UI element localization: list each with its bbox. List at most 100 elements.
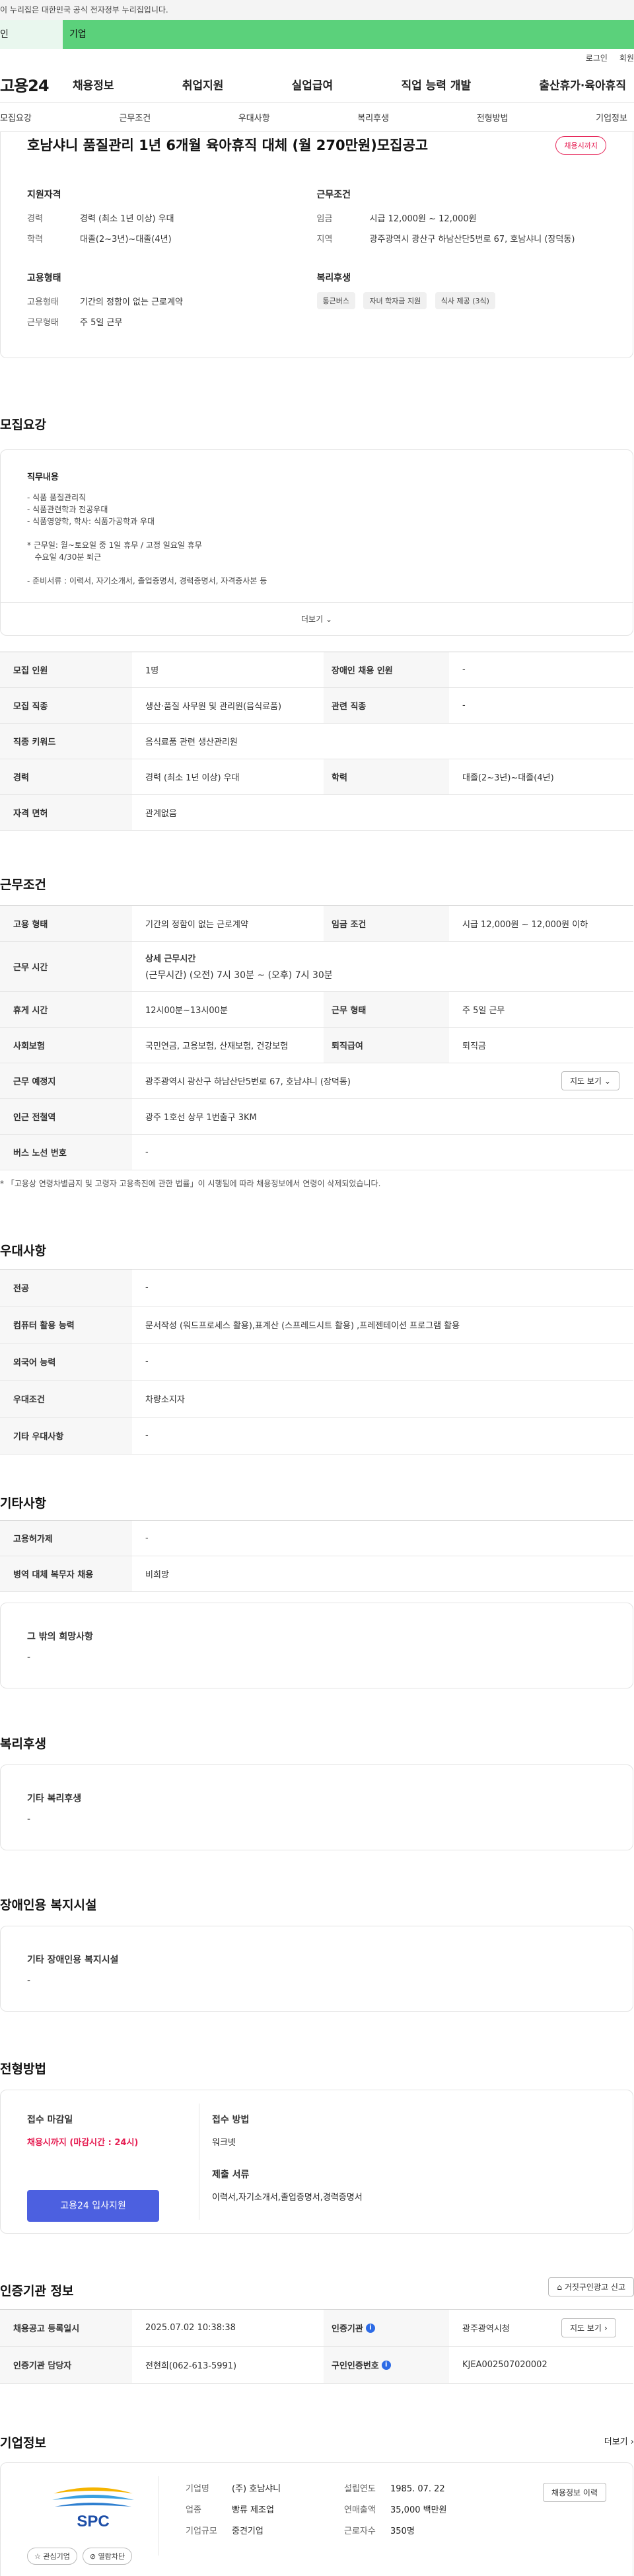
cell-value: 상세 근무시간 (근무시간) (오전) 7시 30분 ~ (오후) 7시 30분 xyxy=(132,952,333,981)
gnb-item-unemployment-benefit[interactable]: 실업급여 xyxy=(292,76,334,93)
benefit-value: - xyxy=(27,1814,31,1825)
chevron-down-icon: ⌄ xyxy=(325,615,332,624)
cell-label: 근무 형태 xyxy=(324,992,449,1027)
cell-label: 관련 직종 xyxy=(324,688,449,723)
condition-heading: 근무조건 xyxy=(316,190,351,200)
cell-label: 인근 전철역 xyxy=(0,1099,132,1134)
area-label: 지역 xyxy=(316,235,333,245)
tab-work-conditions[interactable]: 근무조건 xyxy=(119,111,151,124)
cell-label: 우대조건 xyxy=(0,1381,132,1417)
cell-label: 컴퓨터 활용 능력 xyxy=(0,1307,132,1343)
duty-box: 직무내용 - 식품 품질관리직 - 식품관련학과 전공우대 - 식품영양학, 학사:… xyxy=(0,449,633,636)
block-company-button[interactable]: ⊘ 열람차단 xyxy=(82,2548,133,2565)
etc-heading: 기타사항 xyxy=(0,1496,46,1511)
table-row: 버스 노선 번호 - xyxy=(0,1135,633,1170)
company-name-value: (주) 호남샤니 xyxy=(232,2484,281,2494)
gnb-item-skills[interactable]: 직업 능력 개발 xyxy=(401,76,471,93)
cell-value: 퇴직금 xyxy=(462,1042,486,1051)
tab-recruit[interactable]: 모집요강 xyxy=(0,111,32,124)
company-logo-text: SPC xyxy=(77,2513,109,2530)
cell-label: 기타 우대사항 xyxy=(0,1418,132,1454)
cell-value: - xyxy=(145,1357,149,1367)
login-link[interactable]: 로그인 xyxy=(586,52,608,63)
cell-label: 구인인증번호 i xyxy=(324,2347,449,2383)
education-value: 대졸(2~3년)~대졸(4년) xyxy=(80,235,172,245)
disabled-value: - xyxy=(27,1975,31,1986)
table-row: 자격 면허 관계없음 xyxy=(0,795,633,831)
tab-process[interactable]: 전형방법 xyxy=(477,111,509,124)
gnb-item-leave[interactable]: 출산휴가·육아휴직 xyxy=(539,76,626,93)
recruit-table: 모집 인원 1명 장애인 채용 인원 - 모집 직종 생산·품질 사무원 및 관리원(… xyxy=(0,652,633,831)
cell-value: 광주광역시청 xyxy=(462,2324,510,2334)
cell-value: - xyxy=(145,1533,149,1543)
section-tabs: 모집요강 근무조건 우대사항 복리후생 전형방법 기업정보 xyxy=(0,103,634,132)
more-button[interactable]: 더보기 ⌄ xyxy=(1,602,633,635)
map-button-label: 지도 보기 xyxy=(570,1077,602,1086)
other-wishes-value: - xyxy=(27,1652,31,1663)
area-value: 광주광역시 광산구 하남산단5번로 67, 호남샤니 (장덕동) xyxy=(369,235,575,245)
cell-value: 경력 (최소 1년 이상) 우대 xyxy=(145,773,240,783)
report-button[interactable]: ⌂ 거짓구인광고 신고 xyxy=(548,2277,634,2296)
cell-label: 휴게 시간 xyxy=(0,992,132,1027)
gnb-item-employment-support[interactable]: 취업지원 xyxy=(182,76,224,93)
duty-line: - 준비서류 : 이력서, 자기소개서, 졸업증명서, 경력증명서, 자격증사본… xyxy=(27,576,267,586)
info-icon[interactable]: i xyxy=(381,2360,391,2370)
tab-benefits[interactable]: 복리후생 xyxy=(357,111,389,124)
founded-value: 1985. 07. 22 xyxy=(390,2484,445,2494)
company-name-label: 기업명 xyxy=(186,2484,209,2494)
block-icon: ⊘ xyxy=(89,2552,96,2561)
cell-label: 임금 조건 xyxy=(324,906,449,941)
size-label: 기업규모 xyxy=(186,2526,217,2536)
agency-map-button[interactable]: 지도 보기 › xyxy=(561,2318,616,2337)
favorite-company-button[interactable]: ☆ 관심기업 xyxy=(27,2548,77,2565)
tab-preferences[interactable]: 우대사항 xyxy=(238,111,270,124)
method-label: 접수 방법 xyxy=(212,2115,250,2125)
etc-table: 고용허가제 - 병역 대체 복무자 채용 비희망 xyxy=(0,1520,633,1592)
disabled-heading: 장애인용 복지시설 xyxy=(0,1898,97,1913)
info-icon[interactable]: i xyxy=(365,2323,375,2333)
duty-line: * 근무일: 월~토요일 중 1일 휴무 / 고정 일요일 휴무 xyxy=(27,541,202,550)
table-row: 기타 우대사항 - xyxy=(0,1418,633,1455)
company-info-grid: 기업명 (주) 호남샤니 설립연도 1985. 07. 22 업종 빵류 제조업 연매출액… xyxy=(186,2479,463,2542)
tab-person[interactable]: 인 xyxy=(0,20,63,49)
work-time-value: (근무시간) (오전) 7시 30분 ~ (오후) 7시 30분 xyxy=(145,970,333,981)
docs-value: 이력서,자기소개서,졸업증명서,경력증명서 xyxy=(212,2193,363,2203)
disabled-subheading: 기타 장애인용 복지시설 xyxy=(27,1955,119,1965)
site-logo[interactable]: 고용24 xyxy=(0,73,73,96)
industry-value: 빵류 제조업 xyxy=(232,2505,274,2515)
work-time-title: 상세 근무시간 xyxy=(145,954,196,964)
career-label: 경력 xyxy=(27,214,43,224)
tab-company[interactable]: 기업정보 xyxy=(596,111,627,124)
table-row: 병역 대체 복무자 채용 비희망 xyxy=(0,1556,633,1592)
process-heading: 전형방법 xyxy=(0,2062,46,2076)
gnb-menu: 채용정보 취업지원 실업급여 직업 능력 개발 출산휴가·육아휴직 xyxy=(73,76,634,93)
table-row: 고용 형태 기간의 정함이 없는 근로계약 임금 조건 시급 12,000원 ~ 1… xyxy=(0,906,633,942)
cell-value: 생산·품질 사무원 및 관리원(음식료품) xyxy=(145,702,282,712)
cell-label: 고용허가제 xyxy=(0,1521,132,1556)
duty-line xyxy=(27,563,606,575)
map-button[interactable]: 지도 보기 ⌄ xyxy=(561,1071,619,1090)
work-heading: 근무조건 xyxy=(0,878,46,892)
table-row: 전공 - xyxy=(0,1269,633,1307)
job-title: 호남샤니 품질관리 1년 6개월 육아휴직 대체 (월 270만원)모집공고 xyxy=(27,137,429,153)
duty-line: 수요일 4/30분 퇴근 xyxy=(27,552,102,562)
global-nav: 고용24 채용정보 취업지원 실업급여 직업 능력 개발 출산휴가·육아휴직 xyxy=(0,66,634,103)
cell-value: - xyxy=(145,1147,149,1157)
join-link[interactable]: 회원 xyxy=(619,52,634,63)
career-value: 경력 (최소 1년 이상) 우대 xyxy=(80,214,174,224)
org-label: 인증기관 xyxy=(332,2324,363,2334)
gnb-item-jobs[interactable]: 채용정보 xyxy=(73,76,114,93)
table-row: 외국어 능력 - xyxy=(0,1344,633,1381)
cell-label: 전공 xyxy=(0,1269,132,1306)
tab-company[interactable]: 기업 xyxy=(63,20,634,49)
cell-value: 시급 12,000원 ~ 12,000원 이하 xyxy=(462,920,588,930)
condition-block: 근무조건 임금 시급 12,000원 ~ 12,000원 지역 광주광역시 광산구 … xyxy=(317,188,607,254)
table-row: 모집 인원 1명 장애인 채용 인원 - xyxy=(0,652,633,688)
apply-button[interactable]: 고용24 입사지원 xyxy=(27,2190,159,2222)
cell-label: 경력 xyxy=(0,759,132,794)
wage-value: 시급 12,000원 ~ 12,000원 xyxy=(369,214,477,224)
table-row: 경력 경력 (최소 1년 이상) 우대 학력 대졸(2~3년)~대졸(4년) xyxy=(0,759,633,795)
cell-value: - xyxy=(145,1431,149,1441)
job-history-button[interactable]: 채용정보 이력 xyxy=(542,2483,606,2502)
company-more-link[interactable]: 더보기 › xyxy=(604,2435,634,2447)
